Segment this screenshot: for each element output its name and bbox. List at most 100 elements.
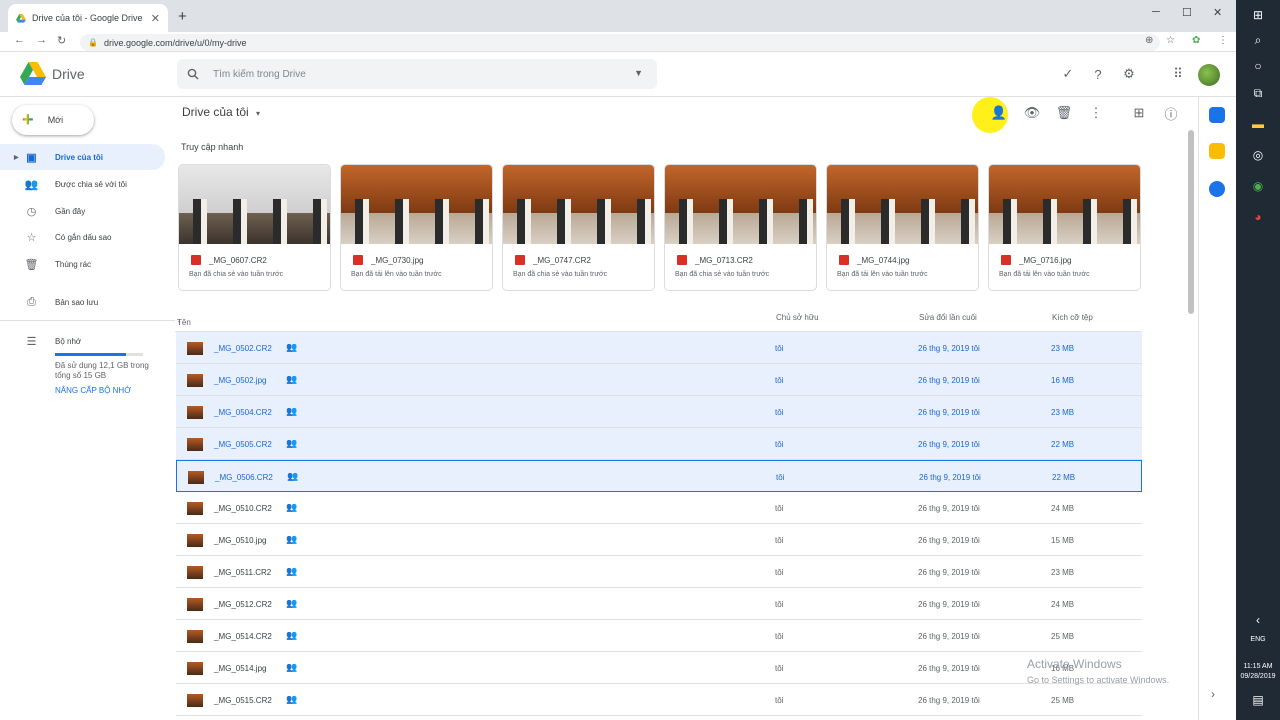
breadcrumb[interactable]: Drive của tôi ▾ [182,105,260,119]
table-row[interactable]: _MG_0504.CR2 👥 tôi 26 thg 9, 2019 tôi 23 MB [176,396,1142,428]
drive-logo-icon[interactable] [20,62,46,86]
table-row[interactable]: _MG_0512.CR2 👥 tôi 26 thg 9, 2019 tôi 24 MB [176,588,1142,620]
window-close-icon[interactable]: ✕ [1213,6,1222,19]
breadcrumb-dropdown-icon[interactable]: ▾ [256,109,260,118]
table-row[interactable]: _MG_0510.jpg 👥 tôi 26 thg 9, 2019 tôi 15 MB [176,524,1142,556]
shared-people-icon: 👥 [286,374,298,384]
sidebar-item-storage[interactable]: ☰ Bộ nhớ [0,328,165,354]
app-icon[interactable]: ◎ [1251,148,1265,162]
info-icon[interactable]: ⓘ [1163,105,1179,122]
sidebar-item-shared[interactable]: 👥 Được chia sẻ với tôi [0,171,165,197]
quick-access-card[interactable]: _MG_0730.jpg Bạn đã tải lên vào tuần trướ… [340,164,493,291]
task-view-icon[interactable]: ⧉ [1251,86,1265,100]
scrollbar-thumb[interactable] [1188,130,1194,314]
sort-arrow-icon[interactable]: ↑ [177,318,181,327]
scrollbar[interactable] [1187,130,1195,720]
sidebar-item-trash[interactable]: 🗑 Thùng rác [0,251,165,277]
clock[interactable]: 11:15 AM 09/28/2019 [1237,662,1279,682]
back-icon[interactable]: ← [14,34,25,46]
help-icon[interactable]: ? [1090,66,1106,82]
sidebar-item-recent[interactable]: ◷ Gần đây [0,198,165,224]
search-box[interactable]: Tìm kiếm trong Drive ▼ [177,59,657,89]
quick-access-card[interactable]: _MG_0747.CR2 Bạn đã chia sẻ vào tuần trướ… [502,164,655,291]
quick-access-card[interactable]: _MG_0607.CR2 Bạn đã chia sẻ vào tuần trướ… [178,164,331,291]
share-person-add-icon[interactable]: 👤 [991,105,1007,121]
drive-header: Drive Tìm kiếm trong Drive ▼ ✓ ? ⚙ ⠿ [0,53,1236,97]
expand-panel-icon[interactable]: › [1211,687,1215,701]
new-tab-button[interactable]: + [178,8,187,25]
forward-icon[interactable]: → [36,34,47,46]
app-green-icon[interactable]: ◉ [1251,179,1265,193]
reload-icon[interactable]: ↻ [57,34,66,47]
maximize-icon[interactable]: ☐ [1182,6,1192,19]
notifications-icon[interactable]: ▤ [1251,693,1265,707]
more-actions-icon[interactable]: ⋮ [1088,105,1104,121]
table-row[interactable]: _MG_0505.CR2 👥 tôi 26 thg 9, 2019 tôi 22 MB [176,428,1142,460]
windows-start-icon[interactable]: ⊞ [1251,8,1265,22]
file-thumbnail-icon [187,502,203,515]
language-indicator[interactable]: ENG [1237,636,1279,643]
chrome-icon[interactable]: ◕ [1251,210,1265,224]
grid-view-icon[interactable]: ⊞ [1131,105,1147,121]
column-size[interactable]: Kích cỡ tệp [1052,313,1093,322]
zoom-icon[interactable]: ⊕ [1145,35,1153,46]
avatar[interactable] [1198,64,1220,86]
browser-menu-icon[interactable]: ⋮ [1218,35,1228,46]
taskbar-search-icon[interactable]: ⌕ [1251,33,1265,47]
url-field[interactable]: 🔒 drive.google.com/drive/u/0/my-drive [80,34,1160,51]
table-row[interactable]: _MG_0502.CR2 👥 tôi 26 thg 9, 2019 tôi 23 MB [176,332,1142,364]
search-options-icon[interactable]: ▼ [634,68,643,78]
table-row[interactable]: _MG_0514.CR2 👥 tôi 26 thg 9, 2019 tôi 25 MB [176,620,1142,652]
file-name: _MG_0504.CR2 [214,408,272,417]
tasks-icon[interactable] [1209,181,1225,197]
table-row[interactable]: _MG_0502.jpg 👥 tôi 26 thg 9, 2019 tôi 16 MB [176,364,1142,396]
upgrade-storage-link[interactable]: NÂNG CẤP BỘ NHỚ [55,386,131,395]
calendar-icon[interactable] [1209,107,1225,123]
tab-close-icon[interactable]: ✕ [151,12,160,25]
table-row[interactable]: _MG_0511.CR2 👥 tôi 26 thg 9, 2019 tôi 23 MB [176,556,1142,588]
quick-access-card[interactable]: _MG_0716.jpg Bạn đã tải lên vào tuần trướ… [988,164,1141,291]
preview-eye-icon[interactable]: 👁 [1024,105,1041,121]
bookmark-star-icon[interactable]: ☆ [1166,35,1175,46]
keep-icon[interactable] [1209,143,1225,159]
app-name[interactable]: Drive [52,66,85,82]
settings-gear-icon[interactable]: ⚙ [1121,66,1137,82]
tray-chevron-icon[interactable]: ‹ [1251,613,1265,627]
quick-access-card[interactable]: _MG_0744.jpg Bạn đã tải lên vào tuần trướ… [826,164,979,291]
expand-arrow-icon[interactable]: ▶ [14,154,19,161]
file-thumbnail-icon [187,342,203,355]
file-list-header: Tên ↑ Chủ sở hữu Sửa đổi lần cuối Kích c… [175,308,1141,332]
apps-grid-icon[interactable]: ⠿ [1170,66,1186,82]
table-row[interactable]: _MG_0514.jpg 👥 tôi 26 thg 9, 2019 tôi 16 MB [176,652,1142,684]
delete-trash-icon[interactable]: 🗑 [1056,105,1073,121]
minimize-icon[interactable]: ─ [1152,6,1160,18]
file-explorer-icon[interactable]: ▬ [1251,117,1265,131]
browser-tab[interactable]: Drive của tôi - Google Drive ✕ [8,4,168,32]
file-thumbnail-icon [187,566,203,579]
thumbnail-people [827,199,978,244]
sidebar-item-label: Được chia sẻ với tôi [55,179,127,189]
page-title: Drive của tôi [182,105,249,119]
sidebar-item-backups[interactable]: ⎙ Bản sao lưu [0,289,165,315]
file-name: _MG_0747.CR2 [533,255,591,265]
offline-check-icon[interactable]: ✓ [1060,66,1076,82]
file-name: _MG_0505.CR2 [214,440,272,449]
column-modified[interactable]: Sửa đổi lần cuối [919,313,977,322]
table-row[interactable]: _MG_0510.CR2 👥 tôi 26 thg 9, 2019 tôi 24 MB [176,492,1142,524]
search-icon[interactable] [187,68,199,80]
file-owner: tôi [775,440,784,449]
search-input[interactable]: Tìm kiếm trong Drive [213,69,306,80]
sidebar-item-label: Drive của tôi [55,152,104,162]
table-row[interactable]: _MG_0506.CR2 👥 tôi 26 thg 9, 2019 tôi 22 MB [176,460,1142,492]
table-row[interactable]: _MG_0515.CR2 👥 tôi 26 thg 9, 2019 tôi 25 MB [176,684,1142,716]
new-button[interactable]: + Mới [12,105,94,135]
sidebar-item-label: Bộ nhớ [55,336,82,346]
quick-access-card[interactable]: _MG_0713.CR2 Bạn đã chia sẻ vào tuần trướ… [664,164,817,291]
column-owner[interactable]: Chủ sở hữu [776,313,819,322]
sidebar-item-my-drive[interactable]: ▶ ▣ Drive của tôi [0,144,165,170]
sidebar-item-starred[interactable]: ☆ Có gắn dấu sao [0,224,165,250]
extension-icon[interactable]: ✿ [1192,35,1200,46]
thumbnail-people [179,199,330,244]
cortana-icon[interactable]: ○ [1251,59,1265,73]
file-size: 24 MB [1051,504,1075,513]
